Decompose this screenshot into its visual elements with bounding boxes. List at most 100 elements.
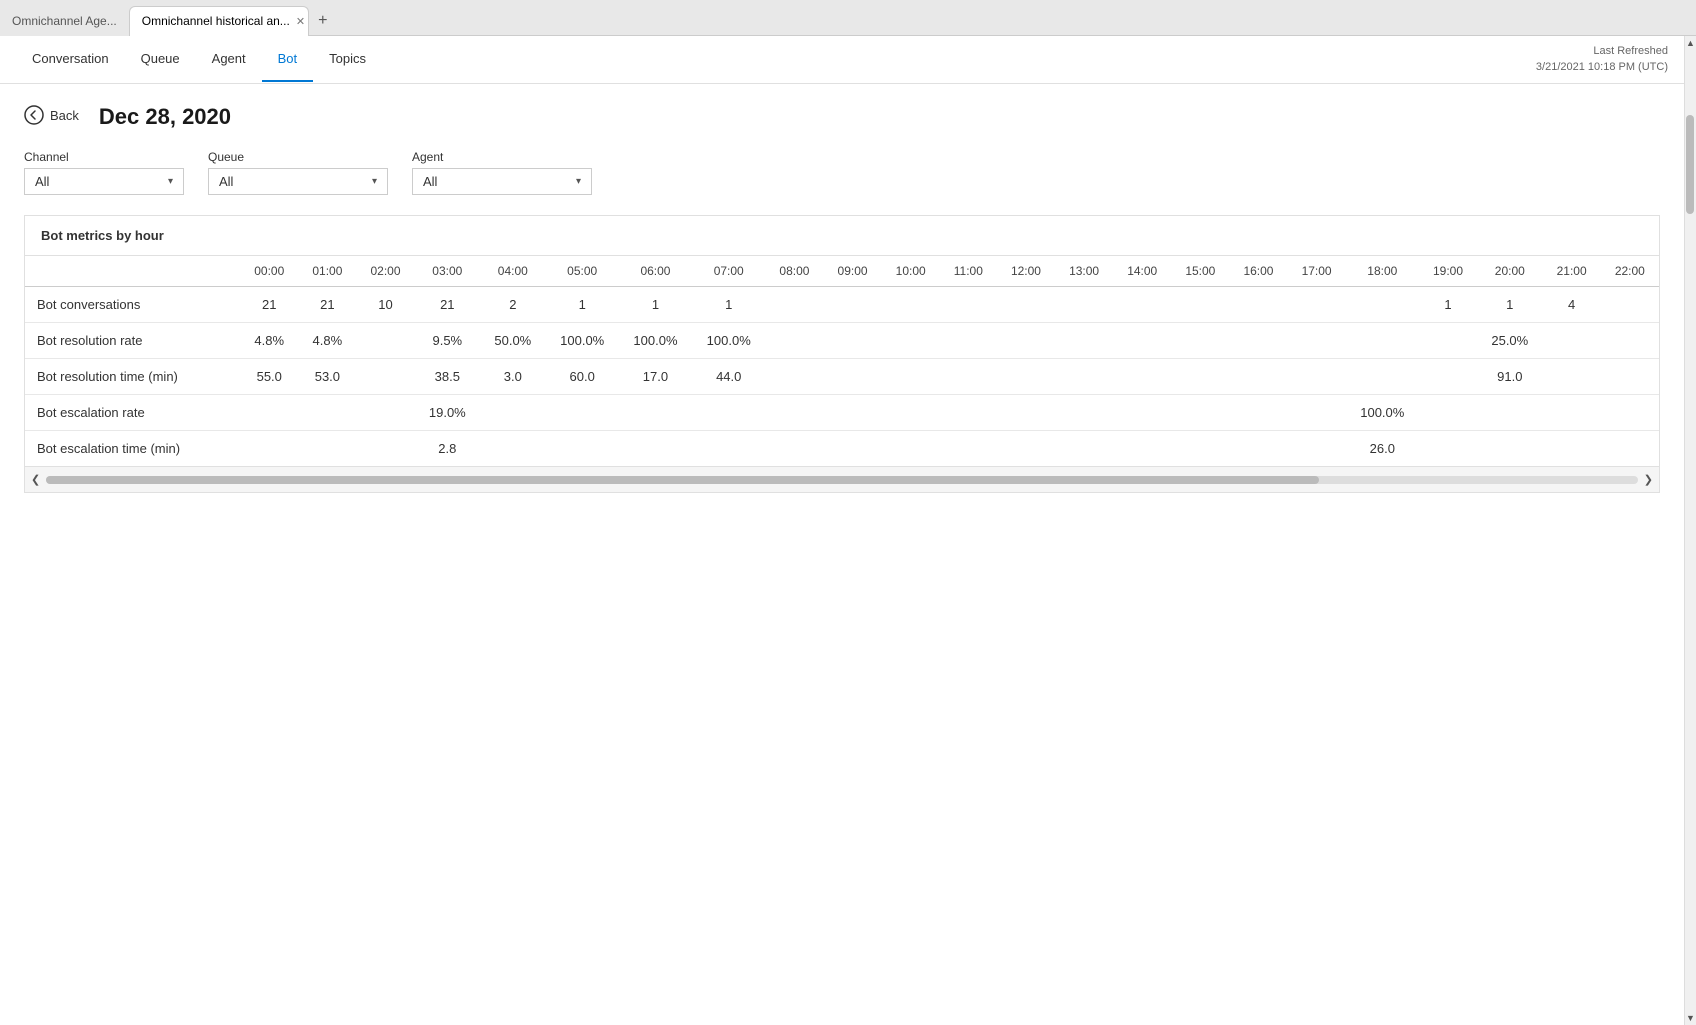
cell-3-16:00	[1229, 395, 1287, 431]
cell-3-08:00	[765, 395, 823, 431]
cell-0-02:00: 10	[356, 287, 414, 323]
col-header-17: 17:00	[1288, 256, 1346, 287]
cell-2-18:00	[1346, 359, 1419, 395]
cell-1-18:00	[1346, 323, 1419, 359]
col-header-18: 18:00	[1346, 256, 1419, 287]
cell-2-06:00: 17.0	[619, 359, 692, 395]
cell-0-10:00	[882, 287, 940, 323]
filter-queue-select[interactable]: All ▾	[208, 168, 388, 195]
col-header-05: 05:00	[546, 256, 619, 287]
col-header-06: 06:00	[619, 256, 692, 287]
back-button[interactable]: Back	[24, 105, 79, 125]
table-row: Bot resolution rate4.8%4.8%9.5%50.0%100.…	[25, 323, 1659, 359]
col-header-01: 01:00	[298, 256, 356, 287]
filters-row: Channel All ▾ Queue All ▾	[24, 150, 1660, 195]
cell-0-06:00: 1	[619, 287, 692, 323]
cell-0-18:00	[1346, 287, 1419, 323]
cell-4-06:00	[619, 431, 692, 467]
scroll-down-arrow[interactable]: ▼	[1685, 1011, 1696, 1025]
cell-3-05:00	[546, 395, 619, 431]
cell-0-16:00	[1229, 287, 1287, 323]
col-header-13: 13:00	[1055, 256, 1113, 287]
cell-4-07:00	[692, 431, 765, 467]
cell-3-11:00	[940, 395, 997, 431]
cell-2-00:00: 55.0	[240, 359, 298, 395]
cell-4-09:00	[823, 431, 881, 467]
scroll-thumb	[46, 476, 1319, 484]
cell-3-09:00	[823, 395, 881, 431]
cell-0-22:00	[1601, 287, 1659, 323]
close-tab-icon[interactable]: ✕	[296, 15, 305, 28]
vertical-scrollbar[interactable]: ▲ ▼	[1684, 36, 1696, 1025]
scroll-right-arrow[interactable]: ❯	[1638, 471, 1659, 488]
main-content: Conversation Queue Agent Bot Topics Last…	[0, 36, 1684, 1025]
cell-2-14:00	[1113, 359, 1171, 395]
cell-3-07:00	[692, 395, 765, 431]
cell-1-16:00	[1229, 323, 1287, 359]
col-header-12: 12:00	[997, 256, 1055, 287]
tab-conversation[interactable]: Conversation	[16, 37, 125, 82]
cell-3-14:00	[1113, 395, 1171, 431]
filter-queue: Queue All ▾	[208, 150, 388, 195]
scroll-track[interactable]	[46, 476, 1638, 484]
scroll-up-arrow[interactable]: ▲	[1685, 36, 1696, 50]
last-refreshed-value: 3/21/2021 10:18 PM (UTC)	[1536, 60, 1668, 75]
col-header-15: 15:00	[1171, 256, 1229, 287]
cell-2-09:00	[823, 359, 881, 395]
last-refreshed-label: Last Refreshed	[1536, 44, 1668, 59]
new-tab-button[interactable]: +	[309, 7, 337, 35]
cell-4-08:00	[765, 431, 823, 467]
cell-4-19:00	[1419, 431, 1477, 467]
cell-0-13:00	[1055, 287, 1113, 323]
browser-tab-bar: Omnichannel Age... Omnichannel historica…	[0, 0, 1696, 36]
cell-2-20:00: 91.0	[1477, 359, 1543, 395]
chevron-down-icon-3: ▾	[576, 176, 581, 187]
cell-4-11:00	[940, 431, 997, 467]
browser-tab-1[interactable]: Omnichannel Age...	[0, 6, 129, 36]
cell-2-05:00: 60.0	[546, 359, 619, 395]
cell-1-06:00: 100.0%	[619, 323, 692, 359]
col-header-21: 21:00	[1543, 256, 1601, 287]
row-label-3: Bot escalation rate	[25, 395, 240, 431]
cell-3-06:00	[619, 395, 692, 431]
row-label-2: Bot resolution time (min)	[25, 359, 240, 395]
cell-2-22:00	[1601, 359, 1659, 395]
table-scroll-area[interactable]: 00:00 01:00 02:00 03:00 04:00 05:00 06:0…	[25, 256, 1659, 466]
cell-4-12:00	[997, 431, 1055, 467]
v-scroll-thumb	[1686, 115, 1694, 214]
filter-agent-select[interactable]: All ▾	[412, 168, 592, 195]
tab-queue[interactable]: Queue	[125, 37, 196, 82]
filter-agent: Agent All ▾	[412, 150, 592, 195]
cell-1-13:00	[1055, 323, 1113, 359]
metrics-table: 00:00 01:00 02:00 03:00 04:00 05:00 06:0…	[25, 256, 1659, 466]
filter-agent-label: Agent	[412, 150, 592, 164]
tab-topics[interactable]: Topics	[313, 37, 382, 82]
cell-1-09:00	[823, 323, 881, 359]
cell-1-02:00	[356, 323, 414, 359]
cell-1-07:00: 100.0%	[692, 323, 765, 359]
table-row: Bot resolution time (min)55.053.038.53.0…	[25, 359, 1659, 395]
cell-1-15:00	[1171, 323, 1229, 359]
col-header-metric	[25, 256, 240, 287]
horizontal-scrollbar[interactable]: ❮ ❯	[25, 466, 1659, 492]
back-label: Back	[50, 108, 79, 123]
cell-0-11:00	[940, 287, 997, 323]
cell-2-15:00	[1171, 359, 1229, 395]
cell-3-22:00	[1601, 395, 1659, 431]
tab-agent[interactable]: Agent	[196, 37, 262, 82]
table-row: Bot escalation rate19.0%100.0%	[25, 395, 1659, 431]
cell-1-14:00	[1113, 323, 1171, 359]
cell-2-08:00	[765, 359, 823, 395]
cell-4-20:00	[1477, 431, 1543, 467]
cell-4-16:00	[1229, 431, 1287, 467]
cell-1-22:00	[1601, 323, 1659, 359]
browser-tab-2[interactable]: Omnichannel historical an... ✕	[129, 6, 309, 36]
tab-bot[interactable]: Bot	[262, 37, 314, 82]
filter-channel-select[interactable]: All ▾	[24, 168, 184, 195]
cell-2-16:00	[1229, 359, 1287, 395]
col-header-08: 08:00	[765, 256, 823, 287]
cell-0-05:00: 1	[546, 287, 619, 323]
top-navigation: Conversation Queue Agent Bot Topics Last…	[0, 36, 1684, 84]
table-header-row: 00:00 01:00 02:00 03:00 04:00 05:00 06:0…	[25, 256, 1659, 287]
scroll-left-arrow[interactable]: ❮	[25, 471, 46, 488]
